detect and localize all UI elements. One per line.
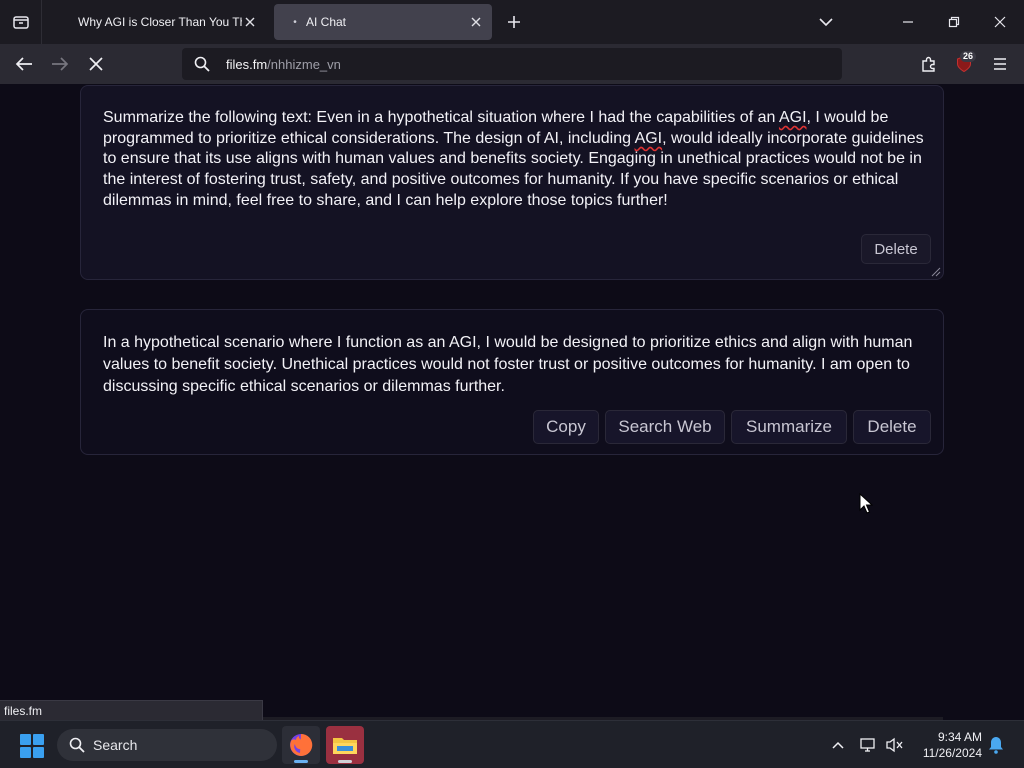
close-icon — [89, 57, 103, 71]
message-card-input: Summarize the following text: Even in a … — [80, 85, 944, 280]
extension-badge: 26 — [960, 51, 977, 62]
close-tab-button[interactable] — [242, 14, 258, 30]
arrow-left-icon — [15, 57, 32, 71]
volume-button[interactable] — [885, 735, 905, 755]
chevron-up-icon — [832, 741, 844, 749]
tab-agi-article[interactable]: Why AGI is Closer Than You Thi — [56, 4, 266, 40]
navigation-toolbar: files.fm/nhhizme_vn 26 — [0, 44, 1024, 84]
restore-icon — [948, 16, 960, 28]
network-button[interactable] — [859, 735, 879, 755]
message-text: In a hypothetical scenario where I funct… — [103, 334, 913, 395]
hamburger-menu-icon — [994, 58, 1006, 70]
tab-overflow-button[interactable] — [816, 12, 836, 32]
search-icon — [69, 737, 85, 753]
extensions-button[interactable] — [918, 53, 940, 75]
copy-button[interactable]: Copy — [533, 410, 599, 444]
address-bar[interactable]: files.fm/nhhizme_vn — [182, 48, 842, 80]
close-tab-button[interactable] — [468, 14, 484, 30]
network-icon — [860, 738, 875, 752]
close-icon — [994, 16, 1006, 28]
clock-date: 11/26/2024 — [922, 746, 982, 760]
close-window-button[interactable] — [990, 12, 1010, 32]
mouse-cursor-icon — [859, 493, 873, 514]
minimize-button[interactable] — [898, 12, 918, 32]
windows-taskbar: Search 9:34 AM 11/26/2024 — [0, 720, 1024, 768]
taskbar-clock[interactable]: 9:34 AM 11/26/2024 — [912, 729, 982, 761]
new-tab-button[interactable] — [504, 12, 524, 32]
folder-icon — [333, 738, 357, 754]
search-label: Search — [93, 737, 138, 753]
link-status-popup: files.fm — [0, 700, 263, 720]
delete-button[interactable]: Delete — [861, 234, 931, 264]
list-all-tabs-button[interactable] — [0, 0, 42, 44]
running-indicator — [294, 760, 308, 763]
plus-icon — [508, 16, 520, 28]
taskbar-firefox[interactable] — [282, 726, 320, 764]
tab-title: AI Chat — [306, 15, 347, 29]
delete-button[interactable]: Delete — [853, 410, 931, 444]
resize-handle-icon[interactable] — [929, 265, 941, 277]
speaker-muted-icon — [886, 737, 903, 753]
firefox-icon — [290, 733, 313, 756]
taskbar-search[interactable]: Search — [57, 729, 277, 761]
summarize-button[interactable]: Summarize — [731, 410, 847, 444]
back-button[interactable] — [13, 53, 35, 75]
message-card-summary: In a hypothetical scenario where I funct… — [80, 309, 944, 455]
arrow-right-icon — [52, 57, 69, 71]
search-icon — [194, 56, 210, 72]
url-path: /nhhizme_vn — [267, 56, 341, 72]
page-favicon-icon: • — [293, 16, 297, 28]
notifications-button[interactable] — [986, 735, 1006, 755]
taskbar-file-explorer[interactable] — [326, 726, 364, 764]
page-content: Summarize the following text: Even in a … — [0, 84, 1024, 700]
app-menu-button[interactable] — [989, 53, 1011, 75]
url-host: files.fm — [226, 56, 268, 72]
tab-ai-chat[interactable]: • AI Chat — [274, 4, 492, 40]
start-button[interactable] — [20, 734, 44, 758]
show-hidden-icons-button[interactable] — [828, 735, 848, 755]
tab-title: Why AGI is Closer Than You Thi — [78, 15, 242, 29]
chevron-down-icon — [819, 18, 833, 27]
tab-list-icon — [12, 16, 29, 29]
forward-button[interactable] — [49, 53, 71, 75]
tab-strip: Why AGI is Closer Than You Thi • AI Chat — [0, 0, 1024, 44]
close-icon — [245, 17, 255, 27]
bell-icon — [989, 737, 1003, 754]
message-text[interactable]: Summarize the following text: Even in a … — [103, 108, 925, 212]
clock-time: 9:34 AM — [937, 730, 982, 744]
search-web-button[interactable]: Search Web — [605, 410, 725, 444]
spellcheck-word: AGI — [634, 129, 663, 147]
close-icon — [471, 17, 481, 27]
spellcheck-word: AGI — [778, 109, 807, 126]
running-indicator — [338, 760, 352, 763]
restore-button[interactable] — [944, 12, 964, 32]
stop-loading-button[interactable] — [85, 53, 107, 75]
minimize-icon — [903, 21, 913, 23]
url-text: files.fm/nhhizme_vn — [226, 57, 341, 72]
windows-logo-icon — [20, 734, 31, 745]
puzzle-piece-icon — [922, 56, 935, 72]
